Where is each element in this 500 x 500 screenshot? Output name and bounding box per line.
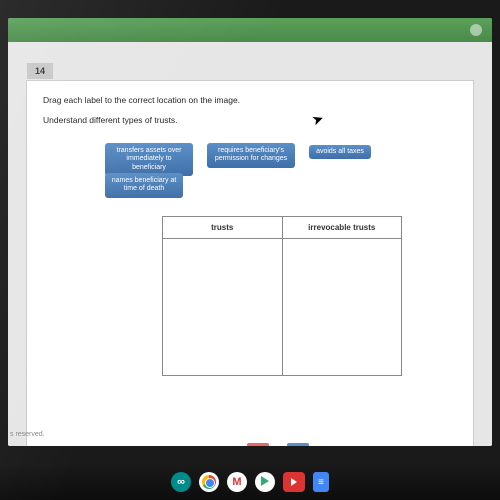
docs-icon[interactable]: [313, 472, 329, 492]
copyright-text: s reserved.: [10, 431, 45, 438]
nav-dot-prev[interactable]: [247, 443, 269, 446]
youtube-icon[interactable]: [283, 472, 305, 492]
gmail-icon[interactable]: M: [227, 472, 247, 492]
drag-label-2[interactable]: requires beneficiary's permission for ch…: [207, 143, 295, 168]
page-background: 14 Drag each label to the correct locati…: [8, 42, 492, 446]
chromeos-shelf[interactable]: ∞ M: [0, 464, 500, 500]
column-header-1: trusts: [163, 217, 283, 238]
instruction-text-1: Drag each label to the correct location …: [43, 95, 240, 105]
question-number-badge: 14: [27, 63, 53, 79]
browser-toolbar[interactable]: [8, 18, 492, 42]
table-body: [163, 239, 401, 375]
drag-label-4[interactable]: names beneficiary at time of death: [105, 173, 183, 198]
drag-label-1[interactable]: transfers assets over immediately to ben…: [105, 143, 193, 176]
nav-hint: [247, 443, 309, 446]
play-icon[interactable]: [255, 472, 275, 492]
drop-zone-1[interactable]: [163, 239, 283, 375]
app-icon-1[interactable]: ∞: [171, 472, 191, 492]
cursor-icon: ➤: [309, 110, 326, 130]
drag-label-3[interactable]: avoids all taxes: [309, 145, 371, 159]
drop-table: trusts irrevocable trusts: [162, 216, 402, 376]
column-header-2: irrevocable trusts: [283, 217, 402, 238]
question-card: 14 Drag each label to the correct locati…: [26, 80, 474, 446]
nav-dot-next[interactable]: [287, 443, 309, 446]
table-header: trusts irrevocable trusts: [163, 217, 401, 239]
chrome-icon[interactable]: [199, 472, 219, 492]
laptop-screen: 14 Drag each label to the correct locati…: [8, 18, 492, 446]
drop-zone-2[interactable]: [283, 239, 402, 375]
instruction-text-2: Understand different types of trusts.: [43, 115, 178, 125]
